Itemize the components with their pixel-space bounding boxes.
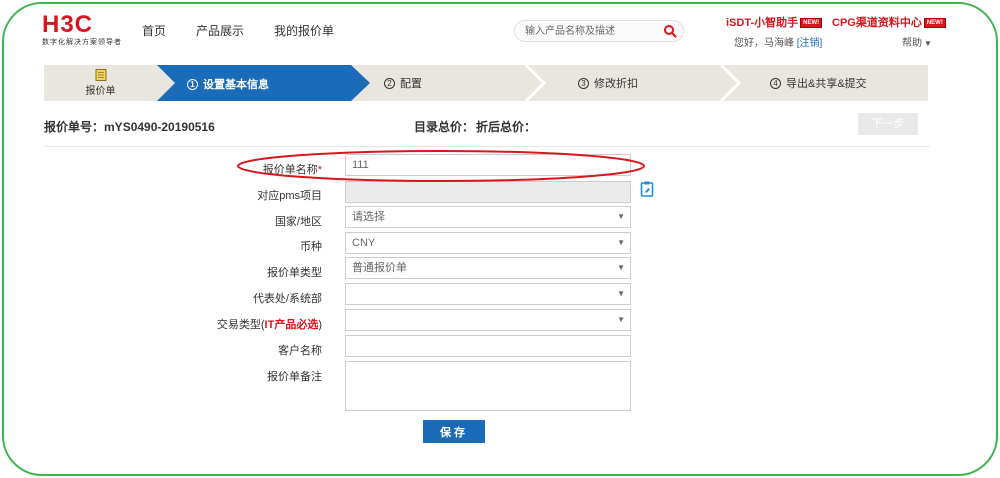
required-marker: *: [317, 164, 322, 176]
quote-remark-label: 报价单备注: [267, 371, 322, 383]
search-icon[interactable]: [663, 24, 677, 38]
dropdown-arrow-icon: ▼: [617, 315, 625, 324]
quote-type-select[interactable]: 普通报价单 ▼: [345, 257, 631, 279]
wizard-step-1[interactable]: 1 设置基本信息: [157, 65, 372, 101]
top-header: H3C 数字化解决方案领导者 首页 产品展示 我的报价单 iSDT-小智助手NE…: [4, 4, 996, 54]
dropdown-arrow-icon: ▼: [617, 289, 625, 298]
quote-number-value: mYS0490-20190516: [104, 120, 215, 134]
quote-name-input[interactable]: [345, 154, 631, 176]
discount-total-label: 折后总价：: [476, 120, 537, 134]
dropdown-arrow-icon: ▼: [617, 238, 625, 247]
search-box: [514, 20, 684, 42]
office-label: 代表处/系统部: [252, 293, 322, 305]
customer-name-label: 客户名称: [278, 345, 322, 357]
wizard-step-3-label: 修改折扣: [594, 78, 638, 90]
logout-link[interactable]: [注销]: [797, 38, 823, 49]
help-menu[interactable]: 帮助 ▼: [902, 34, 932, 49]
catalog-total-label: 目录总价：: [414, 120, 475, 134]
isdt-assistant-link[interactable]: iSDT-小智助手 NEW!: [726, 14, 823, 30]
office-select[interactable]: ▼: [345, 283, 631, 305]
document-icon: [95, 69, 106, 81]
currency-label: 币种: [300, 241, 322, 253]
wizard-step-4-label: 导出&共享&提交: [786, 78, 867, 90]
dropdown-arrow-icon: ▼: [617, 212, 625, 221]
wizard-step-2[interactable]: 2 配置: [384, 65, 422, 101]
h3c-logo[interactable]: H3C 数字化解决方案领导者: [42, 12, 132, 50]
wizard-step-1-label: 1 设置基本信息: [187, 76, 269, 92]
wizard-step-3[interactable]: 3 修改折扣: [578, 65, 638, 101]
logo-mark: H3C: [42, 11, 94, 38]
wizard-step-4[interactable]: 4 导出&共享&提交: [770, 65, 867, 101]
logo-subtitle: 数字化解决方案领导者: [42, 39, 122, 46]
quote-name-label: 报价单名称*: [262, 164, 322, 176]
quote-number: 报价单号：mYS0490-20190516: [44, 120, 215, 134]
help-label: 帮助: [902, 38, 922, 49]
isdt-assistant-label: iSDT-小智助手: [726, 17, 799, 29]
pms-project-field: [345, 181, 631, 203]
clipboard-icon[interactable]: [640, 181, 654, 197]
save-button[interactable]: 保存: [423, 420, 485, 443]
country-select[interactable]: 请选择 ▼: [345, 206, 631, 228]
wizard-step-2-label: 配置: [400, 78, 422, 90]
step-separator: [719, 65, 742, 101]
customer-name-input[interactable]: [345, 335, 631, 357]
quote-remark-textarea[interactable]: [345, 361, 631, 411]
pms-project-label: 对应pms项目: [257, 190, 322, 202]
nav-home[interactable]: 首页: [142, 22, 166, 39]
page-frame: H3C 数字化解决方案领导者 首页 产品展示 我的报价单 iSDT-小智助手NE…: [2, 2, 998, 476]
step-separator: [524, 65, 547, 101]
cpg-center-link[interactable]: CPG渠道资料中心 NEW!: [832, 14, 946, 30]
cpg-center-label: CPG渠道资料中心: [832, 17, 922, 29]
new-badge: NEW!: [923, 18, 946, 29]
deal-type-required-note: IT产品必选: [264, 319, 319, 331]
wizard-home-label: 报价单: [85, 86, 116, 97]
quote-type-select-value: 普通报价单: [352, 262, 407, 274]
deal-type-label: 交易类型(IT产品必选): [216, 319, 322, 331]
wizard-home-step[interactable]: 报价单: [44, 65, 157, 101]
divider: [44, 146, 930, 147]
currency-select[interactable]: CNY ▼: [345, 232, 631, 254]
caret-down-icon: ▼: [924, 39, 932, 48]
country-label: 国家/地区: [274, 216, 322, 228]
greeting-text: 您好，马海峰: [734, 38, 794, 49]
main-nav: 首页 产品展示 我的报价单: [142, 22, 364, 39]
search-input[interactable]: [525, 23, 660, 39]
quote-type-label: 报价单类型: [267, 267, 322, 279]
currency-select-value: CNY: [352, 237, 376, 249]
country-select-value: 请选择: [352, 211, 385, 223]
nav-my-quotes[interactable]: 我的报价单: [274, 22, 334, 39]
dropdown-arrow-icon: ▼: [617, 263, 625, 272]
user-greeting: 您好，马海峰 [注销]: [734, 34, 822, 49]
deal-type-select[interactable]: ▼: [345, 309, 631, 331]
nav-products[interactable]: 产品展示: [196, 22, 244, 39]
next-step-button[interactable]: 下一步: [858, 113, 918, 135]
new-badge: NEW!: [800, 18, 823, 29]
